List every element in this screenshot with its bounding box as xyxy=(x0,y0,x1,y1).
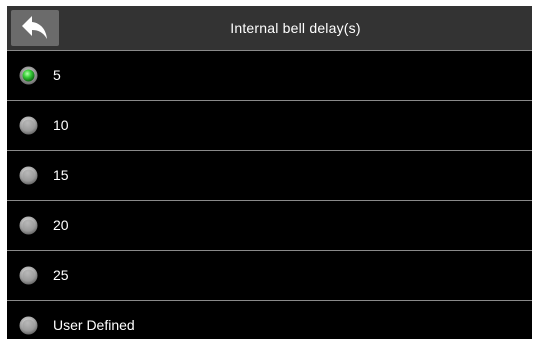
option-label: 25 xyxy=(53,267,69,283)
page-title: Internal bell delay(s) xyxy=(230,20,361,36)
radio-unselected-icon[interactable] xyxy=(19,316,38,335)
back-button[interactable] xyxy=(11,10,59,46)
option-label: User Defined xyxy=(53,317,135,333)
option-row[interactable]: 25 xyxy=(7,251,532,301)
radio-unselected-icon[interactable] xyxy=(19,116,38,135)
option-row[interactable]: User Defined xyxy=(7,301,532,339)
radio-unselected-icon[interactable] xyxy=(19,216,38,235)
radio-selected-icon[interactable] xyxy=(19,66,38,85)
screen: Internal bell delay(s) 5 10 15 20 25 Use… xyxy=(7,6,532,339)
radio-unselected-icon[interactable] xyxy=(19,266,38,285)
option-label: 10 xyxy=(53,117,69,133)
option-label: 20 xyxy=(53,217,69,233)
option-row[interactable]: 15 xyxy=(7,151,532,201)
radio-unselected-icon[interactable] xyxy=(19,166,38,185)
title-bar: Internal bell delay(s) xyxy=(7,6,532,51)
option-label: 5 xyxy=(53,67,61,83)
option-label: 15 xyxy=(53,167,69,183)
option-row[interactable]: 5 xyxy=(7,51,532,101)
option-row[interactable]: 20 xyxy=(7,201,532,251)
back-arrow-icon xyxy=(22,16,47,39)
option-row[interactable]: 10 xyxy=(7,101,532,151)
options-list: 5 10 15 20 25 User Defined xyxy=(7,51,532,339)
